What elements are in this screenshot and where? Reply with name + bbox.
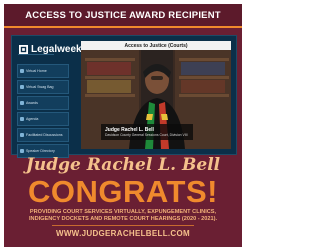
sidebar-item-agenda[interactable]: Agenda	[17, 112, 69, 126]
sidebar-item-label: Awards	[26, 101, 38, 105]
legalweek-logo-icon	[19, 44, 28, 54]
sidebar-item-label: Speaker Directory	[26, 149, 55, 153]
sidebar-nav: Virtual Home Virtual Swag Bag Awards Age…	[17, 64, 69, 158]
home-icon	[20, 69, 24, 73]
brand-label: Legalweek	[31, 43, 82, 55]
sidebar-item-awards[interactable]: Awards	[17, 96, 69, 110]
award-card: ACCESS TO JUSTICE AWARD RECIPIENT Legalw…	[4, 4, 242, 247]
award-banner: ACCESS TO JUSTICE AWARD RECIPIENT	[4, 4, 242, 28]
bag-icon	[20, 85, 24, 89]
event-screenshot: Legalweek Virtual Home Virtual Swag Bag …	[11, 35, 237, 158]
judge-name: Judge Rachel L. Bell	[25, 155, 221, 175]
divider	[52, 225, 194, 226]
website-link[interactable]: WWW.JUDGERACHELBELL.COM	[4, 229, 242, 238]
sidebar-item-swag-bag[interactable]: Virtual Swag Bag	[17, 80, 69, 94]
sidebar-item-label: Virtual Home	[26, 69, 47, 73]
sidebar-item-label: Facilitated Discussions	[26, 133, 63, 137]
video-title: Access to Justice (Courts)	[81, 41, 231, 50]
speaker-role: Davidson County General Sessions Court, …	[105, 133, 188, 137]
award-description: PROVIDING COURT SERVICES VIRTUALLY, EXPU…	[28, 209, 218, 222]
sidebar-item-label: Virtual Swag Bag	[26, 85, 54, 89]
brand-divider	[18, 54, 54, 55]
video-player[interactable]: Access to Justice (Courts) Judge Rachel …	[81, 41, 231, 149]
trophy-icon	[20, 101, 24, 105]
calendar-icon	[20, 117, 24, 121]
speaker-caption: Judge Rachel L. Bell Davidson County Gen…	[101, 124, 193, 140]
chat-icon	[20, 133, 24, 137]
sidebar-item-virtual-home[interactable]: Virtual Home	[17, 64, 69, 78]
congrats-headline: CONGRATS!	[28, 174, 218, 209]
people-icon	[20, 149, 24, 153]
sidebar-item-label: Agenda	[26, 117, 39, 121]
sidebar-item-discussions[interactable]: Facilitated Discussions	[17, 128, 69, 142]
